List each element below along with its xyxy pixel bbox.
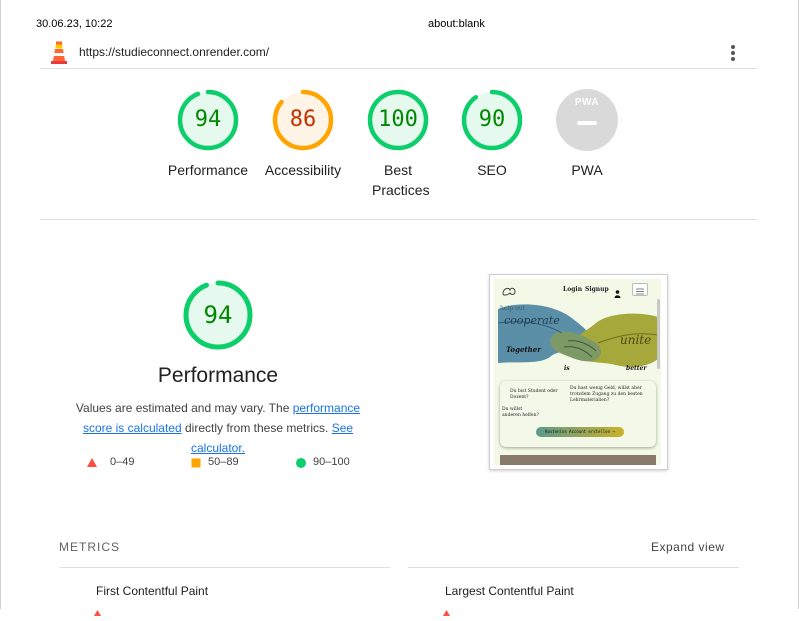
print-datetime: 30.06.23, 10:22	[36, 18, 113, 30]
green-circle-icon	[295, 456, 307, 468]
description-text: directly from these metrics.	[181, 421, 332, 435]
performance-title: Performance	[157, 364, 279, 387]
score-value: 94	[194, 107, 222, 132]
kebab-menu-icon[interactable]	[723, 43, 743, 63]
score-value: 100	[378, 107, 418, 132]
performance-score-large: 94	[203, 301, 233, 329]
metric-divider-left	[59, 567, 390, 568]
score-gauge-seo[interactable]: 90	[460, 88, 524, 152]
legend-range-fail: 0–49	[110, 456, 135, 468]
metrics-header: METRICS	[59, 540, 120, 554]
score-gauge-performance[interactable]: 94	[176, 88, 240, 152]
screenshot-footer-image	[500, 455, 656, 465]
hero-word-help: help out	[500, 305, 525, 312]
metric-first-contentful-paint: First Contentful Paint	[96, 584, 209, 598]
performance-gauge-large: 94	[183, 280, 253, 350]
score-gauge-best-practices[interactable]: 100	[366, 88, 430, 152]
hero-word-cooperate: cooperate	[504, 314, 560, 327]
topbar-divider	[40, 68, 757, 69]
score-label: Best Practices	[372, 162, 430, 198]
legend-range-average: 50–89	[208, 456, 239, 468]
metric-fcp-indicator-icon	[94, 603, 101, 616]
hero-handshake-image: help out cooperate unite Together is bet…	[498, 299, 658, 377]
lighthouse-icon	[50, 41, 68, 65]
hero-word-better: better	[626, 365, 647, 372]
site-logo-icon	[502, 283, 516, 296]
red-triangle-icon	[86, 456, 98, 468]
card-question-money: Du hast wenig Geld, willst aber trotzdem…	[570, 386, 643, 403]
page-frame-left	[0, 0, 1, 609]
final-screenshot[interactable]: Login Signup help out cooperate unite To…	[489, 274, 668, 470]
score-label: Performance	[167, 162, 249, 178]
score-label: Accessibility	[264, 162, 342, 178]
card-question-student: Du bist Student oder Dozent?	[510, 389, 558, 400]
metric-largest-contentful-paint: Largest Contentful Paint	[445, 584, 574, 598]
score-label: SEO	[477, 162, 507, 178]
score-gauge-pwa[interactable]: PWA	[555, 88, 619, 152]
legend-range-pass: 90–100	[313, 456, 350, 468]
hamburger-menu-icon	[632, 283, 648, 296]
pwa-badge-text: PWA	[574, 97, 600, 108]
score-gauge-accessibility[interactable]: 86	[271, 88, 335, 152]
section-divider	[40, 219, 757, 220]
orange-square-icon	[190, 456, 202, 468]
screenshot-login: Login	[563, 286, 583, 293]
performance-description: Values are estimated and may vary. The p…	[60, 398, 376, 458]
hero-word-unite: unite	[620, 333, 652, 347]
card-question-help: Du willst anderen helfen?	[502, 407, 539, 418]
screenshot-page: Login Signup help out cooperate unite To…	[494, 279, 661, 465]
screenshot-signup: Signup	[585, 286, 609, 293]
report-url[interactable]: https://studieconnect.onrender.com/	[79, 45, 269, 59]
user-icon	[614, 285, 621, 298]
metric-divider-right	[408, 567, 739, 568]
score-value: 86	[289, 107, 317, 132]
description-text: Values are estimated and may vary. The	[75, 401, 293, 415]
create-account-button: Kostenlos Account erstellen →	[536, 427, 624, 437]
print-page-title: about:blank	[428, 18, 485, 30]
score-value: 90	[478, 107, 506, 132]
screenshot-scrollbar	[657, 299, 660, 369]
hero-word-together: Together	[506, 345, 541, 354]
hero-word-is: is	[564, 365, 570, 372]
expand-view-toggle[interactable]: Expand view	[651, 540, 725, 554]
metric-lcp-indicator-icon	[443, 603, 450, 616]
score-label: PWA	[571, 162, 603, 178]
screenshot-card: Du bist Student oder Dozent? Du hast wen…	[500, 381, 656, 447]
pwa-dash-icon	[577, 121, 597, 125]
